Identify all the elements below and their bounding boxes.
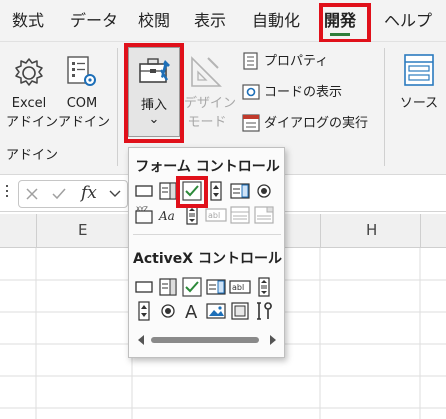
activex-combo-box-icon[interactable] bbox=[157, 276, 179, 298]
view-code-icon[interactable] bbox=[242, 83, 260, 101]
tab-help[interactable]: ヘルプ bbox=[384, 0, 432, 42]
text-field-label: abl bbox=[208, 211, 220, 220]
activex-toggle-button-icon[interactable] bbox=[229, 300, 251, 322]
form-controls-title: フォーム コントロール bbox=[135, 159, 280, 175]
activex-label-icon[interactable]: A bbox=[181, 300, 203, 322]
group-box-label: XYZ bbox=[136, 206, 148, 213]
activex-controls-title: ActiveX コントロール bbox=[133, 251, 282, 267]
combo-list-edit-control-icon bbox=[230, 206, 250, 224]
activex-text-box-icon[interactable]: abl bbox=[229, 276, 251, 298]
chevron-down-icon[interactable] bbox=[109, 190, 121, 198]
controls-scrollbar[interactable] bbox=[137, 334, 277, 346]
activex-image-icon[interactable] bbox=[205, 300, 227, 322]
tab-view[interactable]: 表示 bbox=[194, 0, 226, 42]
com-addin-label-2[interactable]: アドイン bbox=[58, 113, 110, 132]
spin-button-control-icon[interactable] bbox=[205, 180, 227, 202]
source-icon[interactable] bbox=[402, 52, 436, 88]
button-control-icon[interactable] bbox=[133, 180, 155, 202]
tab-formulas[interactable]: 数式 bbox=[12, 0, 44, 42]
label-control-text: Aa bbox=[158, 209, 175, 223]
activex-option-button-icon[interactable] bbox=[157, 300, 179, 322]
column-header-e[interactable]: E bbox=[78, 221, 87, 239]
tab-automate[interactable]: 自動化 bbox=[252, 0, 300, 42]
scroll-right-icon[interactable] bbox=[269, 335, 277, 345]
tab-review[interactable]: 校閲 bbox=[138, 0, 170, 42]
properties-icon[interactable] bbox=[242, 52, 260, 70]
more-controls-icon[interactable] bbox=[253, 300, 275, 322]
developer-tab-highlight bbox=[319, 3, 371, 43]
com-addin-label-1[interactable]: COM bbox=[60, 94, 104, 113]
column-divider bbox=[36, 214, 37, 248]
com-addin-icon[interactable] bbox=[64, 54, 100, 90]
activex-spin-button-icon[interactable] bbox=[133, 300, 155, 322]
drag-handle-icon[interactable] bbox=[6, 185, 8, 187]
source-label[interactable]: ソース bbox=[396, 94, 442, 113]
group-box-control-icon[interactable]: XYZ bbox=[133, 204, 155, 226]
group-divider bbox=[117, 48, 118, 166]
excel-addin-label-2[interactable]: アドイン bbox=[6, 113, 58, 132]
group-divider-2 bbox=[384, 48, 385, 166]
text-field-control-icon: abl bbox=[205, 208, 227, 222]
dropdown-divider bbox=[133, 234, 281, 235]
column-header-h[interactable]: H bbox=[366, 221, 377, 239]
excel-addin-label-1[interactable]: Excel bbox=[6, 94, 52, 113]
option-button-control-icon[interactable] bbox=[253, 180, 275, 202]
list-box-control-icon[interactable] bbox=[229, 180, 251, 202]
insert-function-button[interactable]: fx bbox=[81, 183, 97, 203]
design-mode-label-2: モード bbox=[187, 115, 227, 130]
tab-data[interactable]: データ bbox=[70, 0, 118, 42]
activex-scroll-bar-icon[interactable] bbox=[253, 276, 275, 298]
column-divider bbox=[320, 214, 321, 248]
gear-icon[interactable] bbox=[12, 56, 46, 90]
formula-buttons: fx bbox=[18, 180, 128, 208]
run-dialog-label[interactable]: ダイアログの実行 bbox=[264, 114, 368, 133]
scroll-thumb[interactable] bbox=[151, 337, 259, 343]
design-mode-icon bbox=[191, 56, 222, 87]
addin-group-label: アドイン bbox=[6, 148, 59, 163]
column-divider bbox=[420, 214, 421, 248]
ribbon-tab-bar: 数式 データ 校閲 表示 自動化 開発 ヘルプ bbox=[0, 0, 446, 42]
design-mode-label-1: デザイン bbox=[184, 96, 237, 111]
scroll-left-icon[interactable] bbox=[137, 335, 145, 345]
cancel-icon[interactable] bbox=[25, 187, 39, 201]
view-code-label[interactable]: コードの表示 bbox=[264, 83, 342, 102]
insert-button-highlight bbox=[124, 43, 184, 143]
properties-label[interactable]: プロパティ bbox=[264, 52, 328, 71]
combo-dropdown-edit-control-icon bbox=[254, 206, 274, 224]
activex-label-text: A bbox=[185, 302, 198, 322]
activex-list-box-icon[interactable] bbox=[205, 276, 227, 298]
enter-check-icon[interactable] bbox=[51, 187, 67, 201]
run-dialog-icon[interactable] bbox=[242, 114, 260, 132]
activex-text-box-label: abl bbox=[232, 283, 244, 292]
activex-command-button-icon[interactable] bbox=[133, 276, 155, 298]
checkbox-control-highlight bbox=[176, 176, 208, 208]
activex-checkbox-icon[interactable] bbox=[181, 276, 203, 298]
